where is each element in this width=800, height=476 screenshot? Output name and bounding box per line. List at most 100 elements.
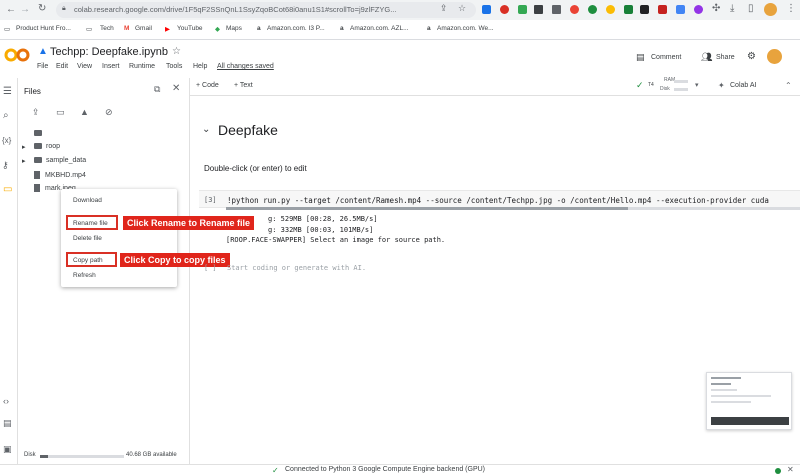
menu-file[interactable]: File xyxy=(37,63,48,70)
maps-icon: ◆ xyxy=(215,26,220,33)
download-icon[interactable]: ⤓ xyxy=(730,3,734,14)
menu-item-refresh[interactable]: Refresh xyxy=(73,272,96,279)
notebook-minimap[interactable] xyxy=(706,372,792,430)
menu-insert[interactable]: Insert xyxy=(102,63,120,70)
extension-icon[interactable] xyxy=(658,5,667,14)
extension-icon[interactable] xyxy=(676,5,685,14)
minimap-line xyxy=(711,395,771,397)
code-snippets-icon[interactable]: ‹› xyxy=(3,396,9,406)
disk-label: Disk xyxy=(660,86,670,92)
output-line: [ROOP.FACE-SWAPPER] Select an image for … xyxy=(226,236,446,244)
extension-icon[interactable] xyxy=(500,5,509,14)
reload-icon[interactable]: ↻ xyxy=(38,3,46,14)
bookmark-star-icon[interactable]: ☆ xyxy=(458,3,466,14)
file-icon xyxy=(34,171,40,179)
files-folder-icon[interactable]: ▭ xyxy=(3,184,12,195)
empty-code-cell[interactable]: [ ] Start coding or generate with AI. xyxy=(199,259,800,277)
connection-status[interactable]: Connected to Python 3 Google Compute Eng… xyxy=(285,466,485,473)
copy-highlight-box xyxy=(66,252,117,267)
extension-icon[interactable] xyxy=(482,5,491,14)
variables-icon[interactable]: {x} xyxy=(2,136,11,145)
menu-view[interactable]: View xyxy=(77,63,92,70)
bookmark-item[interactable]: Product Hunt Fro... xyxy=(16,25,71,32)
settings-gear-icon[interactable]: ⚙ xyxy=(747,51,756,62)
colab-ai-button[interactable]: Colab AI xyxy=(730,82,756,89)
add-text-button[interactable]: + Text xyxy=(234,82,253,89)
menu-help[interactable]: Help xyxy=(193,63,207,70)
terminal-icon[interactable]: ▣ xyxy=(3,444,12,455)
scrollbar-thumb[interactable] xyxy=(226,207,628,210)
tree-item-label: roop xyxy=(46,143,61,150)
code-line[interactable]: !python run.py --target /content/Ramesh.… xyxy=(227,196,769,205)
menu-edit[interactable]: Edit xyxy=(56,63,68,70)
menu-tools[interactable]: Tools xyxy=(166,63,182,70)
browser-menu-icon[interactable]: ⋮ xyxy=(786,3,796,14)
tree-item[interactable]: sample_data xyxy=(34,157,86,164)
hide-files-icon[interactable]: ⊘ xyxy=(105,107,113,118)
back-icon[interactable]: ← xyxy=(6,4,16,15)
extension-icon[interactable] xyxy=(534,5,543,14)
extensions-puzzle-icon[interactable]: ✣ xyxy=(712,3,720,14)
secrets-key-icon[interactable]: ⚷ xyxy=(2,160,9,171)
disk-meter xyxy=(674,88,688,91)
share-page-icon[interactable]: ⇪ xyxy=(440,3,448,14)
new-folder-icon[interactable]: ▭ xyxy=(56,107,65,118)
mount-drive-icon[interactable]: ▲ xyxy=(80,107,89,117)
bookmark-item[interactable]: Gmail xyxy=(135,25,152,32)
bookmark-item[interactable]: Amazon.com. I3 P... xyxy=(267,25,325,32)
comment-button[interactable]: Comment xyxy=(651,54,681,61)
minimap-block xyxy=(711,417,789,425)
close-icon[interactable]: ✕ xyxy=(787,465,794,474)
code-cell[interactable]: [3] !python run.py --target /content/Ram… xyxy=(199,190,800,208)
add-code-button[interactable]: + Code xyxy=(196,82,219,89)
upload-file-icon[interactable]: ⇪ xyxy=(32,107,40,118)
bookmark-item[interactable]: Maps xyxy=(226,25,242,32)
colab-logo-icon[interactable] xyxy=(4,48,30,62)
output-line: g: 332MB [00:03, 101MB/s] xyxy=(268,226,374,234)
bookmark-item[interactable]: YouTube xyxy=(177,25,203,32)
saved-status[interactable]: All changes saved xyxy=(217,63,274,70)
close-icon[interactable]: ✕ xyxy=(172,83,180,94)
horizontal-scrollbar[interactable] xyxy=(226,207,800,210)
tree-item[interactable]: MKBHD.mp4 xyxy=(34,171,86,179)
bookmark-item[interactable]: Tech xyxy=(100,25,114,32)
sidebar-icon[interactable]: ▯ xyxy=(748,3,754,14)
menu-item-delete-file[interactable]: Delete file xyxy=(73,235,102,242)
share-button[interactable]: Share xyxy=(716,54,735,61)
parent-folder-icon[interactable] xyxy=(34,130,46,137)
disk-usage-bar xyxy=(40,455,124,458)
collapse-toolbar-icon[interactable]: ⌃ xyxy=(785,81,792,90)
bookmark-folder-icon: ▭ xyxy=(4,26,11,33)
forward-icon[interactable]: → xyxy=(20,4,30,15)
bookmark-folder-icon: ▭ xyxy=(86,26,93,33)
address-bar[interactable]: 🔒︎ colab.research.google.com/drive/1F5qF… xyxy=(56,2,476,18)
extension-icon[interactable] xyxy=(552,5,561,14)
search-icon[interactable]: ⌕ xyxy=(3,110,9,121)
menu-runtime[interactable]: Runtime xyxy=(129,63,155,70)
runtime-dropdown-icon[interactable]: ▾ xyxy=(695,81,699,89)
extension-icon[interactable] xyxy=(518,5,527,14)
extension-icon[interactable] xyxy=(640,5,649,14)
bookmark-item[interactable]: Amazon.com. AZL... xyxy=(350,25,409,32)
table-of-contents-icon[interactable]: ☰ xyxy=(3,86,12,97)
command-palette-icon[interactable]: ▤ xyxy=(3,418,12,429)
open-in-tab-icon[interactable]: ⧉ xyxy=(154,84,160,95)
notebook-toolbar: + Code + Text ✓ T4 RAM Disk ▾ ✦ Colab AI… xyxy=(190,77,800,96)
expand-arrow-icon[interactable]: ▸ xyxy=(22,157,26,165)
text-cell[interactable]: Double-click (or enter) to edit xyxy=(204,164,307,173)
star-icon[interactable]: ☆ xyxy=(172,46,181,57)
bookmark-item[interactable]: Amazon.com. We... xyxy=(437,25,494,32)
profile-avatar[interactable] xyxy=(764,3,777,16)
user-avatar[interactable] xyxy=(767,49,782,64)
extension-icon[interactable] xyxy=(624,5,633,14)
tree-item[interactable]: roop xyxy=(34,143,60,150)
notebook-title[interactable]: Techpp: Deepfake.ipynb xyxy=(50,46,168,58)
extension-icon[interactable] xyxy=(606,5,615,14)
cell-execution-count: [3] xyxy=(204,196,217,204)
expand-arrow-icon[interactable]: ▸ xyxy=(22,143,26,151)
collapse-section-icon[interactable]: ⌄ xyxy=(202,124,210,135)
menu-item-download[interactable]: Download xyxy=(73,197,102,204)
extension-icon[interactable] xyxy=(570,5,579,14)
extension-icon[interactable] xyxy=(588,5,597,14)
extension-icon[interactable] xyxy=(694,5,703,14)
